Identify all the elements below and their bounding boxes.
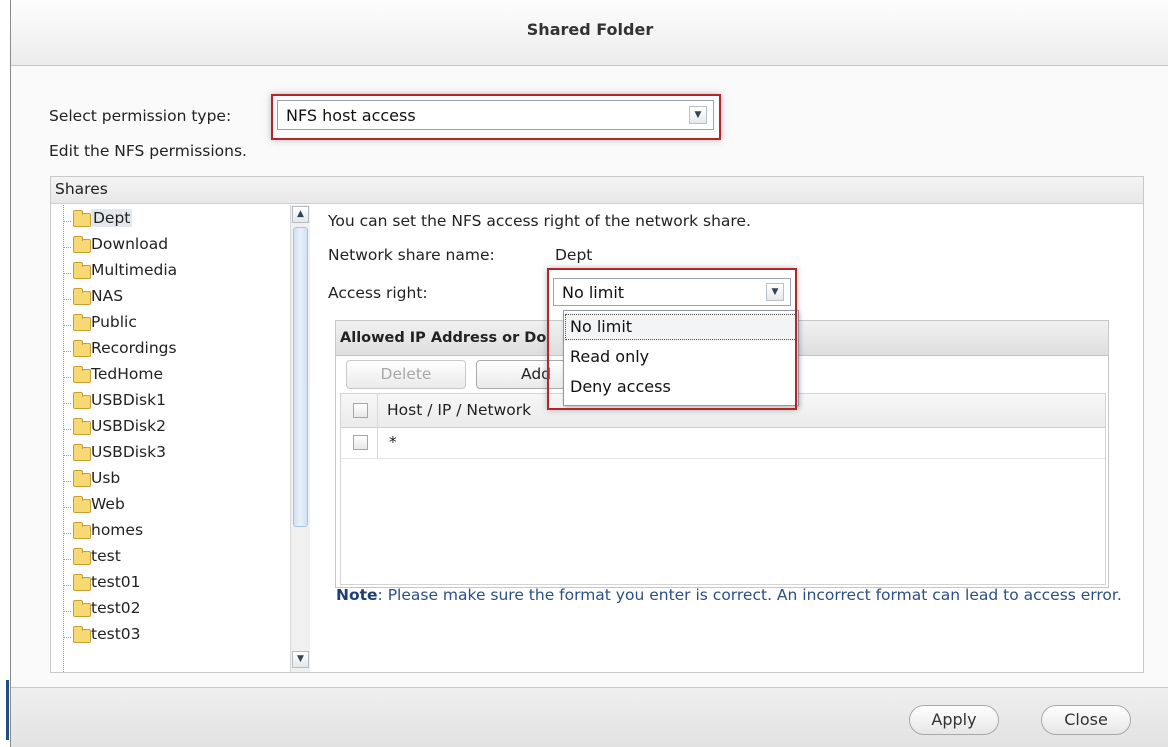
folder-icon xyxy=(73,444,91,461)
desktop-edge xyxy=(0,0,10,747)
folder-icon xyxy=(73,626,91,643)
folder-icon xyxy=(73,392,91,409)
share-name-value: Dept xyxy=(555,246,593,264)
table-row[interactable]: * xyxy=(341,429,1105,459)
allowed-ip-header-label: Allowed IP Address or Do xyxy=(340,330,547,346)
host-table: Host / IP / Network * xyxy=(340,393,1106,585)
folder-icon xyxy=(73,574,91,591)
folder-icon xyxy=(73,418,91,435)
folder-icon xyxy=(73,288,91,305)
permission-type-label: Select permission type: xyxy=(49,107,232,125)
shares-scrollbar[interactable]: ▲ ▼ xyxy=(290,205,310,672)
scroll-down-icon[interactable]: ▼ xyxy=(292,651,309,668)
delete-button[interactable]: Delete xyxy=(346,360,466,389)
folder-icon xyxy=(73,314,91,331)
note-text: : Please make sure the format you enter … xyxy=(377,586,1122,604)
select-all-checkbox[interactable] xyxy=(353,403,368,418)
apply-button[interactable]: Apply xyxy=(909,705,999,735)
scrollbar-thumb[interactable] xyxy=(293,227,308,527)
folder-icon xyxy=(73,340,91,357)
permission-description: Edit the NFS permissions. xyxy=(49,142,247,160)
highlight-box-access xyxy=(547,268,797,410)
folder-icon xyxy=(73,262,91,279)
tree-connector xyxy=(63,205,64,672)
format-note: Note: Please make sure the format you en… xyxy=(336,585,1136,605)
share-name-label: Network share name: xyxy=(328,246,495,264)
row-checkbox[interactable] xyxy=(353,435,368,450)
shares-header: Shares xyxy=(51,177,1143,204)
shares-tree: Dept Download Multimedia NAS Public Reco… xyxy=(51,205,309,672)
folder-icon xyxy=(73,236,91,253)
nfs-intro-text: You can set the NFS access right of the … xyxy=(328,212,751,230)
taskbar-edge xyxy=(6,680,9,740)
folder-icon xyxy=(73,600,91,617)
dialog-footer: Apply Close xyxy=(11,687,1168,747)
highlight-box-permission xyxy=(271,94,721,140)
dialog-title: Shared Folder xyxy=(526,20,654,39)
title-bar[interactable]: Shared Folder xyxy=(11,0,1168,66)
folder-icon xyxy=(73,470,91,487)
host-cell: * xyxy=(389,433,397,451)
access-right-label: Access right: xyxy=(328,284,428,302)
folder-icon xyxy=(73,366,91,383)
scroll-up-icon[interactable]: ▲ xyxy=(292,206,309,223)
folder-icon xyxy=(73,496,91,513)
note-label: Note xyxy=(336,586,378,604)
folder-icon xyxy=(73,210,91,227)
close-button[interactable]: Close xyxy=(1041,705,1131,735)
folder-icon xyxy=(73,522,91,539)
shared-folder-dialog: Shared Folder Select permission type: NF… xyxy=(10,0,1168,747)
column-host: Host / IP / Network xyxy=(387,401,532,419)
shares-header-label: Shares xyxy=(55,180,108,198)
folder-icon xyxy=(73,548,91,565)
